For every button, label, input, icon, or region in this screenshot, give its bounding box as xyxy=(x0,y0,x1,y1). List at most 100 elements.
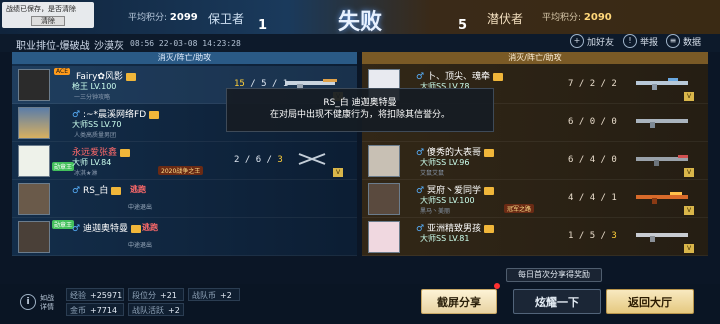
weapon-icon xyxy=(298,153,326,165)
deaths: 5 xyxy=(589,231,596,241)
penalty-players: RS_白 迪迦奥特曼 xyxy=(323,98,397,108)
player-rank: 大师 LV.84 xyxy=(72,158,112,167)
like-icon[interactable] xyxy=(492,72,503,81)
weapon-icon xyxy=(636,192,688,204)
left-team-name: 保卫者 xyxy=(208,12,245,26)
player-rank: 大师SS LV.100 xyxy=(420,196,475,205)
reward-gold: 金币 +7714 xyxy=(66,303,124,316)
player-name-text: RS_白 xyxy=(82,186,109,196)
vip-icon: V xyxy=(333,168,343,177)
reward-clan-activity: 战队活跃 +2 xyxy=(128,303,184,316)
reward-label: 段位分 xyxy=(132,291,156,300)
player-name: ♂ 迪迦奥特曼 xyxy=(72,221,141,234)
left-midgame-label: 中途退出 xyxy=(128,204,153,211)
like-icon[interactable] xyxy=(111,186,122,195)
avatar[interactable] xyxy=(18,183,50,215)
vip-icon: V xyxy=(684,168,694,177)
reward-value: +2 xyxy=(220,291,232,300)
left-team-score: 1 xyxy=(258,18,268,33)
show-off-button[interactable]: 炫耀一下 xyxy=(513,289,601,314)
avatar[interactable] xyxy=(18,107,50,139)
return-lobby-button[interactable]: 返回大厅 xyxy=(606,289,694,314)
clear-button[interactable]: 清除 xyxy=(31,16,65,26)
like-icon[interactable] xyxy=(149,110,160,119)
left-player-row[interactable]: 勋章王 永远爱张鑫 大师 LV.84 冰淇★淋 2020战争之王 2 / 6 /… xyxy=(12,142,357,180)
reward-value: +7714 xyxy=(90,306,118,315)
escape-badge: 逃跑 xyxy=(130,185,146,194)
match-detail-label[interactable]: 如战详情 xyxy=(40,294,58,312)
vip-icon: V xyxy=(684,244,694,253)
like-icon[interactable] xyxy=(130,224,141,233)
right-player-row[interactable]: ♂ 冥府丶爱同学 大师SS LV.100 黑马丶美丽 冠军之路 4 / 4 / … xyxy=(362,180,708,218)
player-clan: 艾鼠艾鼠 xyxy=(420,170,445,177)
penalty-notice: RS_白 迪迦奥特曼 在对局中出现不健康行为，将扣除其信誉分。 xyxy=(226,88,494,132)
report-icon: ! xyxy=(623,34,637,48)
reward-label: 经验 xyxy=(70,291,86,300)
left-midgame-label: 中途退出 xyxy=(128,242,153,249)
player-clan: 冰淇★淋 xyxy=(74,170,98,177)
match-time: 08:56 22-03-08 14:23:28 xyxy=(130,39,241,48)
right-player-row[interactable]: ♂ 傻秀的大表哥 大师SS LV.96 艾鼠艾鼠 6 / 4 / 0 V xyxy=(362,142,708,180)
add-friend-label: 加好友 xyxy=(587,37,615,48)
kills: 7 xyxy=(568,79,574,89)
like-icon[interactable] xyxy=(125,72,136,81)
player-kda: 6 / 0 / 0 xyxy=(568,117,617,127)
like-icon[interactable] xyxy=(120,148,131,157)
info-icon[interactable]: i xyxy=(20,294,36,310)
reward-value: +2 xyxy=(168,306,180,315)
player-rank: 大师SS LV.96 xyxy=(420,158,470,167)
player-clan: 人类高质量男团 xyxy=(74,132,117,139)
like-icon[interactable] xyxy=(483,224,494,233)
like-icon[interactable] xyxy=(483,186,494,195)
deaths: 2 xyxy=(589,79,596,89)
right-avg-value: 2090 xyxy=(583,12,612,23)
player-rank: 枪王 LV.100 xyxy=(72,82,117,91)
deaths: 6 xyxy=(255,155,262,165)
player-kda: 2 / 6 / 3 xyxy=(234,155,283,165)
reward-rank-points: 段位分 +21 xyxy=(128,288,184,301)
avatar[interactable] xyxy=(368,183,400,215)
player-clan: 一三分钟攻略 xyxy=(74,94,111,101)
player-kda: 4 / 4 / 1 xyxy=(568,193,617,203)
player-clan: 黑马丶美丽 xyxy=(420,208,451,215)
left-avg-label: 平均积分: xyxy=(128,13,168,23)
data-icon: ≡ xyxy=(666,34,680,48)
report-button[interactable]: ! 举报 xyxy=(623,34,658,48)
player-kda: 6 / 4 / 0 xyxy=(568,155,617,165)
weapon-icon xyxy=(636,78,688,90)
vip-icon: V xyxy=(684,206,694,215)
medal-king-badge: 勋章王 xyxy=(52,162,75,171)
weapon-icon xyxy=(636,155,688,166)
player-rank: 大师SS LV.81 xyxy=(420,234,470,243)
player-title-badge: 冠军之路 xyxy=(504,204,535,213)
avatar[interactable] xyxy=(368,145,400,177)
reward-label: 战队币 xyxy=(192,291,216,300)
reward-label: 战队活跃 xyxy=(132,306,164,315)
data-button[interactable]: ≡ 数据 xyxy=(666,34,701,48)
left-player-row[interactable]: ♂ RS_白 逃跑 中途退出 xyxy=(12,180,357,218)
left-team-table: 消灭/阵亡/助攻 ACE Fairy✿风影 枪王 LV.100 一三分钟攻略 1… xyxy=(12,52,357,256)
save-notice-text: 战绩已保存，是否清除 xyxy=(6,5,76,13)
avatar[interactable] xyxy=(368,221,400,253)
like-icon[interactable] xyxy=(483,148,494,157)
share-reward-hint: 每日首次分享得奖励 xyxy=(506,268,602,282)
player-name-text: 迪迦奥特曼 xyxy=(82,224,128,234)
reward-value: +21 xyxy=(160,291,177,300)
match-result: 失败 xyxy=(337,9,382,35)
player-rank: 大师SS LV.70 xyxy=(72,120,122,129)
save-notice: 战绩已保存，是否清除 清除 xyxy=(2,2,94,28)
reward-exp: 经验 +25971 xyxy=(66,288,124,301)
left-player-row[interactable]: 勋章王 ♂ 迪迦奥特曼 逃跑 中途退出 xyxy=(12,218,357,256)
avatar[interactable] xyxy=(18,69,50,101)
screenshot-share-button[interactable]: 截屏分享 xyxy=(421,289,497,314)
avatar[interactable] xyxy=(18,145,50,177)
ace-badge: ACE xyxy=(54,68,70,75)
report-label: 举报 xyxy=(640,37,659,48)
escape-badge: 逃跑 xyxy=(142,223,158,232)
add-friend-button[interactable]: + 加好友 xyxy=(570,34,614,48)
deaths: 4 xyxy=(589,155,596,165)
right-avg-score: 平均积分: 2090 xyxy=(542,10,612,23)
right-player-row[interactable]: ♂ 亚洲精致男孩 大师SS LV.81 1 / 5 / 3 V xyxy=(362,218,708,256)
weapon-icon xyxy=(636,233,688,242)
avatar[interactable] xyxy=(18,221,50,253)
